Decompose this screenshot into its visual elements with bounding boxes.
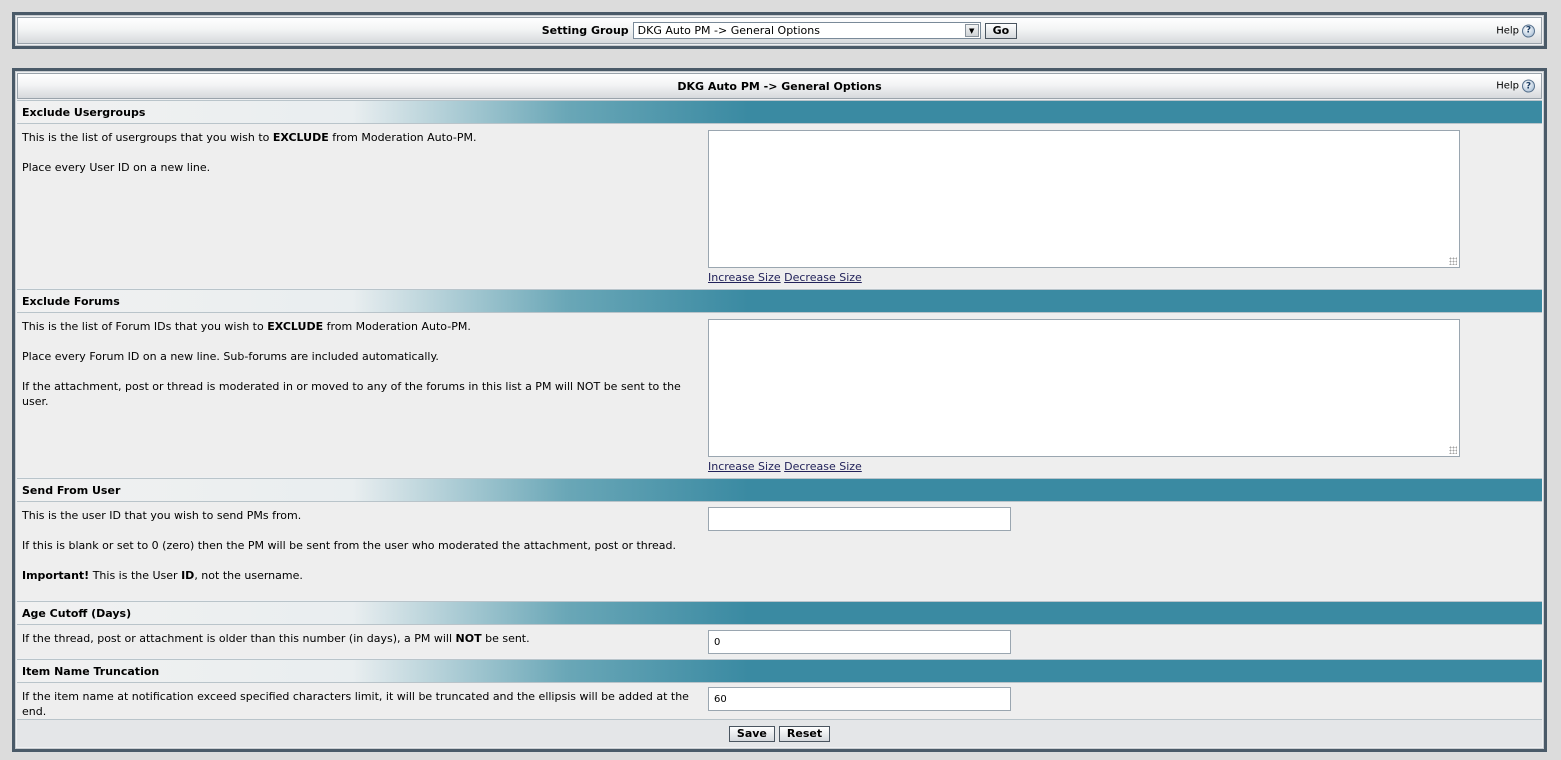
section-exclude-usergroups: This is the list of usergroups that you … bbox=[17, 124, 1542, 288]
help-label: Help bbox=[1496, 80, 1519, 92]
setting-description: This is the list of usergroups that you … bbox=[22, 131, 477, 174]
decrease-size-link[interactable]: Decrease Size bbox=[784, 460, 862, 473]
section-header-item-name-truncation: Item Name Truncation bbox=[17, 659, 1542, 683]
section-header-exclude-usergroups: Exclude Usergroups bbox=[17, 100, 1542, 124]
item-name-truncation-input[interactable]: 60 bbox=[708, 687, 1011, 711]
section-age-cutoff: If the thread, post or attachment is old… bbox=[17, 625, 1542, 658]
textarea-size-controls: Increase Size Decrease Size bbox=[708, 460, 862, 473]
section-exclude-forums: This is the list of Forum IDs that you w… bbox=[17, 313, 1542, 477]
options-panel: DKG Auto PM -> General Options Help ? Ex… bbox=[12, 68, 1547, 752]
exclude-forums-textarea[interactable] bbox=[708, 319, 1460, 457]
section-send-from-user: This is the user ID that you wish to sen… bbox=[17, 502, 1542, 600]
setting-description: If the item name at notification exceed … bbox=[22, 690, 689, 718]
section-header-send-from-user: Send From User bbox=[17, 478, 1542, 502]
textarea-size-controls: Increase Size Decrease Size bbox=[708, 271, 862, 284]
form-actions: Save Reset bbox=[17, 719, 1542, 747]
increase-size-link[interactable]: Increase Size bbox=[708, 460, 781, 473]
section-item-name-truncation: If the item name at notification exceed … bbox=[17, 683, 1542, 721]
age-cutoff-input[interactable]: 0 bbox=[708, 630, 1011, 654]
help-link-top[interactable]: Help ? bbox=[1496, 24, 1535, 37]
setting-description: This is the list of Forum IDs that you w… bbox=[22, 320, 681, 408]
send-from-user-input[interactable] bbox=[708, 507, 1011, 531]
help-label: Help bbox=[1496, 25, 1519, 36]
panel-header: DKG Auto PM -> General Options Help ? bbox=[17, 73, 1542, 99]
resize-grip-icon[interactable] bbox=[1449, 257, 1457, 265]
decrease-size-link[interactable]: Decrease Size bbox=[784, 271, 862, 284]
setting-description: If the thread, post or attachment is old… bbox=[22, 632, 530, 645]
resize-grip-icon[interactable] bbox=[1449, 446, 1457, 454]
increase-size-link[interactable]: Increase Size bbox=[708, 271, 781, 284]
setting-description: This is the user ID that you wish to sen… bbox=[22, 509, 677, 582]
setting-group-selected-value: DKG Auto PM -> General Options bbox=[637, 24, 820, 37]
setting-group-select[interactable]: DKG Auto PM -> General Options ▼ bbox=[632, 22, 981, 39]
section-header-age-cutoff: Age Cutoff (Days) bbox=[17, 601, 1542, 625]
exclude-usergroups-textarea[interactable] bbox=[708, 130, 1460, 268]
chevron-down-icon[interactable]: ▼ bbox=[964, 24, 979, 37]
setting-group-bar: Setting Group DKG Auto PM -> General Opt… bbox=[17, 17, 1542, 44]
go-button[interactable]: Go bbox=[984, 22, 1018, 39]
setting-group-label: Setting Group bbox=[541, 24, 629, 37]
help-icon[interactable]: ? bbox=[1522, 79, 1535, 93]
reset-button[interactable]: Reset bbox=[778, 725, 831, 742]
help-link-panel[interactable]: Help ? bbox=[1496, 79, 1535, 93]
panel-title: DKG Auto PM -> General Options bbox=[677, 79, 882, 93]
section-header-exclude-forums: Exclude Forums bbox=[17, 289, 1542, 313]
save-button[interactable]: Save bbox=[728, 725, 775, 742]
setting-group-frame: Setting Group DKG Auto PM -> General Opt… bbox=[12, 12, 1547, 49]
help-icon[interactable]: ? bbox=[1522, 24, 1535, 37]
